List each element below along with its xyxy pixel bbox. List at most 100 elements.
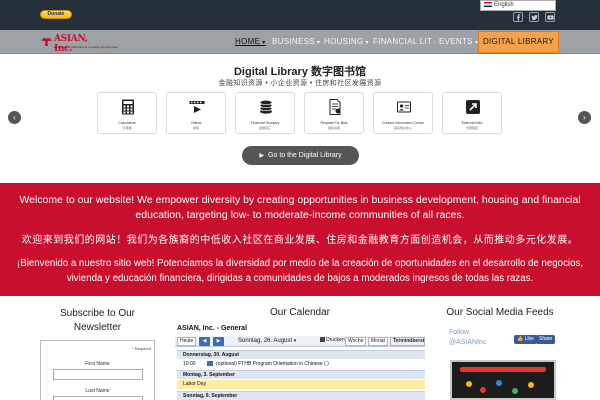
tile-sublabel: 招标请求 — [327, 126, 340, 130]
donate-button[interactable]: Donate — [40, 10, 72, 19]
external-link-icon — [466, 100, 480, 114]
tile-financial-glossary[interactable]: Financial Glossary 金融词汇 — [235, 92, 295, 134]
feed-graphics — [462, 379, 542, 397]
print-label: Drucken — [326, 337, 345, 343]
tile-label: Calculators — [118, 121, 136, 125]
feed-banner — [460, 367, 546, 372]
nav-business-label: BUSINESS — [272, 37, 315, 46]
tile-label: External links — [461, 121, 483, 125]
print-icon — [320, 337, 325, 343]
nav-business[interactable]: BUSINESS ▾ — [272, 30, 320, 53]
tile-label: Request For Bids — [320, 121, 348, 125]
welcome-spanish: ¡Bienvenido a nuestro sitio web! Potenci… — [17, 258, 583, 284]
month-view-tab[interactable]: Monat — [368, 337, 388, 346]
tile-label: Financial Glossary — [250, 121, 280, 125]
calendar-event[interactable]: 10:00 (optional) FTHB Program Orientation… — [177, 360, 425, 369]
tile-external-links[interactable]: External links 外部链接 — [442, 92, 502, 134]
tile-label: Contact Information Center — [381, 121, 425, 125]
social-icons — [513, 12, 555, 22]
logo-text: ASIAN, Inc. — [54, 34, 88, 54]
tile-sublabel: 计算器 — [122, 126, 132, 130]
nav-events[interactable]: EVENTS ▾ — [439, 30, 478, 53]
nav-financial-literacy[interactable]: FINANCIAL LIT▾ — [373, 30, 435, 53]
today-button[interactable]: Heute — [177, 337, 197, 346]
first-name-input[interactable] — [53, 369, 143, 380]
facebook-share-button[interactable]: Share — [536, 335, 556, 344]
tile-label: Videos — [190, 121, 202, 125]
chevron-down-icon: ▾ — [316, 40, 321, 46]
follow-label: Follow — [449, 329, 470, 336]
thumbs-up-icon: 👍 — [517, 336, 524, 342]
welcome-english: Welcome to our website! We empower diver… — [19, 194, 581, 221]
carousel-next-button[interactable]: › — [578, 111, 591, 124]
us-flag-icon — [484, 1, 492, 7]
welcome-band: Welcome to our website! We empower diver… — [0, 183, 600, 296]
coins-icon — [259, 99, 273, 114]
last-name-input[interactable] — [53, 396, 143, 400]
contact-icon — [397, 101, 411, 113]
calculator-icon — [122, 99, 134, 115]
tile-calculators[interactable]: Calculators 计算器 — [97, 92, 157, 134]
last-name-label: Last Name — [85, 388, 110, 394]
facebook-like-button[interactable]: 👍 Like — [514, 335, 537, 344]
arrow-right-icon: ▶ — [259, 153, 265, 159]
digital-library-subtitle: 金融知识资源 • 小企业资源 • 住房和社区发展资源 — [218, 80, 382, 87]
go-button-label: Go to the Digital Library — [268, 152, 342, 159]
current-date-label: Sonntag, 26. August — [238, 338, 293, 344]
library-tiles: Calculators 计算器 Videos 视频 Financial Glos… — [97, 92, 502, 134]
newsletter-form: * Required First Name Last Name — [40, 340, 155, 400]
social-feeds-title: Our Social Media Feeds — [446, 307, 554, 318]
document-icon — [329, 99, 341, 115]
top-bar: Donate English — [0, 0, 600, 30]
print-button[interactable]: Drucken — [318, 337, 347, 346]
asian-inc-logo[interactable]: ASIAN, Inc. Empowering Minorities & Crea… — [40, 33, 118, 54]
main-nav: ASIAN, Inc. Empowering Minorities & Crea… — [0, 30, 600, 54]
next-date-button[interactable]: ▶ — [213, 337, 224, 346]
nav-events-label: EVENTS — [439, 37, 473, 46]
current-date[interactable]: Sonntag, 26. August ▾ — [238, 337, 296, 346]
like-label: Like — [524, 336, 534, 342]
calendar-day-header: Montag, 3. September — [177, 370, 425, 379]
tile-videos[interactable]: Videos 视频 — [166, 92, 226, 134]
calendar-event[interactable]: Labor Day — [177, 380, 425, 389]
logo-tagline: Empowering Minorities & Creating Opportu… — [54, 45, 119, 49]
language-select[interactable]: English — [480, 0, 556, 11]
calendar-day-header: Sonntag, 9. September — [177, 391, 425, 400]
eagle-logo-icon — [41, 37, 52, 46]
agenda-view-tab[interactable]: Terminübersicht — [390, 337, 425, 346]
twitter-handle: @ASIANInc — [449, 339, 487, 346]
digital-library-title: Digital Library 数字图书馆 — [233, 66, 367, 78]
calendar-name: ASIAN, Inc. - General — [177, 325, 248, 332]
tile-request-for-bids[interactable]: Request For Bids 招标请求 — [304, 92, 364, 134]
required-note: * Required — [132, 346, 151, 351]
nav-housing-label: HOUSING — [324, 37, 364, 46]
event-time: 10:00 — [183, 361, 196, 367]
newsletter-title: Subscribe to Our Newsletter — [59, 308, 136, 333]
nav-home[interactable]: HOME ▾ — [235, 30, 266, 53]
tile-contact-information[interactable]: Contact Information Center 联系信息中心 — [373, 92, 433, 134]
carousel-prev-button[interactable]: ‹ — [8, 111, 21, 124]
video-icon — [189, 101, 205, 113]
digital-library-button[interactable]: DIGITAL LIBRARY — [478, 31, 559, 53]
tile-sublabel: 联系信息中心 — [393, 126, 412, 130]
week-view-tab[interactable]: Woche — [345, 337, 367, 346]
nav-housing[interactable]: HOUSING ▾ — [324, 30, 369, 53]
tile-sublabel: 金融词汇 — [258, 126, 271, 130]
active-underline — [235, 45, 266, 46]
social-feed-image[interactable] — [450, 360, 556, 400]
first-name-label: First Name — [85, 361, 110, 367]
chevron-down-icon: ▾ — [365, 40, 369, 46]
chevron-down-icon: ▾ — [434, 40, 435, 46]
calendar-day-header: Donnerstag, 30. August — [177, 350, 425, 359]
calendar-title: Our Calendar — [269, 307, 331, 318]
go-to-digital-library-button[interactable]: ▶ Go to the Digital Library — [242, 146, 359, 165]
twitter-follow-link[interactable]: Follow @ASIANInc — [449, 328, 486, 348]
calendar-widget: ASIAN, Inc. - General Heute ◀ ▶ Sonntag,… — [175, 325, 425, 400]
facebook-icon[interactable] — [513, 12, 523, 22]
prev-date-button[interactable]: ◀ — [199, 337, 210, 346]
welcome-chinese: 欢迎来到我们的网站！我们为各族裔的中低收入社区在商业发展、住房和金融教育方面创造… — [21, 235, 579, 246]
event-title: Labor Day — [183, 381, 207, 387]
chevron-down-icon: ▾ — [293, 338, 297, 344]
twitter-icon[interactable] — [529, 12, 539, 22]
youtube-icon[interactable] — [545, 12, 555, 22]
